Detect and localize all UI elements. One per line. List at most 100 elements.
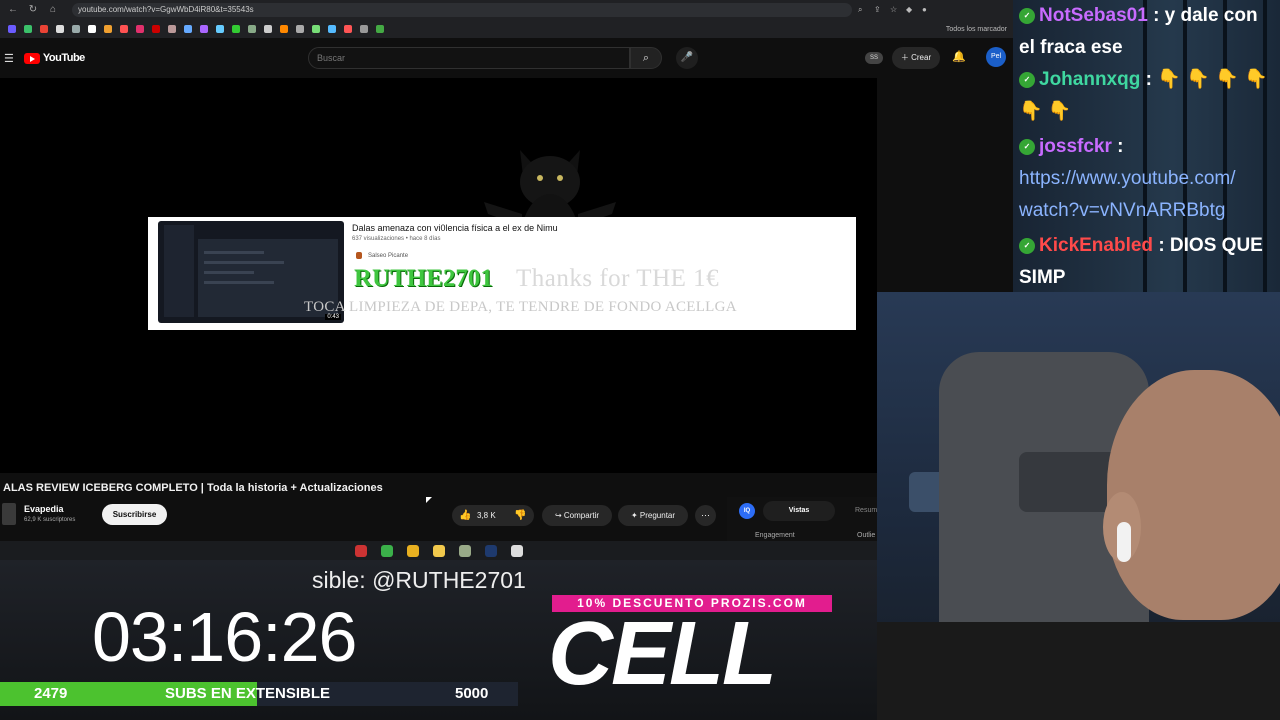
back-icon[interactable]: ← <box>6 3 20 17</box>
profile-icon[interactable]: ● <box>922 5 932 15</box>
like-count[interactable]: 3,8 K <box>477 505 496 526</box>
microphone-icon[interactable]: 🎤 <box>676 47 698 69</box>
bookmark-icon[interactable] <box>136 25 144 33</box>
channel-subscribers: 62,9 K suscriptores <box>24 517 76 523</box>
thumbs-down-icon[interactable]: 👎 <box>514 505 526 526</box>
bookmark-icon[interactable] <box>56 25 64 33</box>
home-icon[interactable]: ⌂ <box>46 3 60 17</box>
streamer-shirt <box>877 622 1280 720</box>
bookmark-icon[interactable] <box>24 25 32 33</box>
channel-avatar-icon <box>356 252 362 259</box>
app-icon[interactable] <box>354 544 367 557</box>
tab-summary[interactable]: Resum <box>855 507 877 514</box>
bookmark-icon[interactable] <box>376 25 384 33</box>
bookmark-icon[interactable] <box>328 25 336 33</box>
tab-views[interactable]: Vistas <box>763 501 835 521</box>
logo-text: YouTube <box>42 52 85 64</box>
folder-icon[interactable] <box>432 544 445 557</box>
chat-message: ✓ KickEnabled : DIOS QUE SIMP <box>1019 230 1263 292</box>
bookmark-icon[interactable] <box>264 25 272 33</box>
spotify-icon[interactable] <box>380 544 393 557</box>
bookmark-icon[interactable] <box>72 25 80 33</box>
mouse-cursor-icon <box>426 497 432 503</box>
reload-icon[interactable]: ↻ <box>26 3 40 17</box>
subs-label: SUBS EN EXTENSIBLE <box>165 685 331 702</box>
chat-message: ✓ jossfckr : https://www.youtube.com/watch… <box>1019 131 1236 227</box>
bookmark-icon[interactable] <box>104 25 112 33</box>
bookmark-icon[interactable] <box>296 25 304 33</box>
url-field[interactable]: youtube.com/watch?v=GgwWbD4iR80&t=35543s <box>72 3 852 17</box>
chat-link[interactable]: https://www.youtube.com/ <box>1019 168 1236 189</box>
bookmark-icon[interactable] <box>344 25 352 33</box>
bookmark-icon[interactable] <box>360 25 368 33</box>
bookmarks-bar: Todos los marcador <box>0 20 1013 38</box>
chat-link[interactable]: watch?v=vNVnARRBbtg <box>1019 200 1225 221</box>
bookmark-icon[interactable] <box>168 25 176 33</box>
channel-name[interactable]: Evapedia <box>24 504 64 514</box>
zoom-icon[interactable]: ⌕ <box>858 5 868 15</box>
youtube-logo[interactable]: YouTube <box>23 52 85 64</box>
ask-label: Preguntar <box>639 511 676 520</box>
browser-window: ← ↻ ⌂ youtube.com/watch?v=GgwWbD4iR80&t=… <box>0 0 1013 560</box>
create-button[interactable]: ＋ Crear <box>892 47 940 69</box>
app-icon[interactable] <box>458 544 471 557</box>
donor-name: RUTHE2701 <box>354 265 493 292</box>
video-player[interactable]: 0:43 Dalas amenaza con vi0lencia física … <box>0 78 877 473</box>
donation-alert: 0:43 Dalas amenaza con vi0lencia física … <box>148 217 856 330</box>
search-input[interactable]: Buscar <box>308 47 630 69</box>
chat-text: : 👇 👇 👇 👇 <box>1145 69 1268 90</box>
youtube-header: ☰ YouTube Buscar ⌕ 🎤 SS ＋ Crear 🔔 Pel <box>0 38 1013 78</box>
bookmark-icon[interactable] <box>216 25 224 33</box>
earbud-icon <box>1117 522 1131 562</box>
bookmark-icon[interactable] <box>120 25 128 33</box>
more-options-icon[interactable]: ⋯ <box>695 505 716 526</box>
bookmark-icon[interactable] <box>280 25 288 33</box>
verified-badge-icon: ✓ <box>1019 71 1035 88</box>
avatar[interactable]: Pel <box>986 47 1006 67</box>
thumbs-up-icon[interactable]: 👍 <box>459 505 471 526</box>
sponsor-logo: CELL <box>548 604 777 704</box>
address-bar-row: ← ↻ ⌂ youtube.com/watch?v=GgwWbD4iR80&t=… <box>0 0 1013 20</box>
extensions-icon[interactable]: ◆ <box>906 5 916 15</box>
photoshop-icon[interactable] <box>484 544 497 557</box>
channel-avatar[interactable] <box>2 503 16 525</box>
hamburger-menu-icon[interactable]: ☰ <box>4 52 14 65</box>
donation-message: TOCA LIMPIEZA DE DEPA, TE TENDRE DE FOND… <box>304 299 737 315</box>
notifications-bell-icon[interactable]: 🔔 <box>952 50 966 63</box>
chat-text: SIMP <box>1019 267 1066 288</box>
share-button[interactable]: ↪ Compartir <box>542 505 612 526</box>
like-dislike-group: 👍 3,8 K 👎 <box>452 505 534 526</box>
bookmark-star-icon[interactable]: ☆ <box>890 5 900 15</box>
search-icon[interactable]: ⌕ <box>630 47 662 69</box>
ask-button[interactable]: ✦ Preguntar <box>618 505 688 526</box>
donation-thanks: Thanks for THE 1€ <box>516 265 720 292</box>
tts-ticker: sible: @RUTHE2701 <box>312 567 526 593</box>
ss-badge[interactable]: SS <box>865 52 883 64</box>
bookmark-icon[interactable] <box>184 25 192 33</box>
chat-message: ✓ Johannxqg : 👇 👇 👇 👇 👇 👇 <box>1019 64 1268 128</box>
bookmark-icon[interactable] <box>200 25 208 33</box>
bookmark-icon[interactable] <box>8 25 16 33</box>
outliers-label: Outlie <box>857 532 876 539</box>
chrome-icon[interactable] <box>406 544 419 557</box>
bookmark-icon[interactable] <box>312 25 320 33</box>
chat-user: Johannxqg <box>1039 69 1141 90</box>
verified-badge-icon: ✓ <box>1019 138 1035 155</box>
share-label: Compartir <box>563 511 600 520</box>
os-taskbar <box>0 541 877 560</box>
subs-current: 2479 <box>34 685 68 702</box>
all-bookmarks-label[interactable]: Todos los marcador <box>946 26 1007 33</box>
bookmark-icon[interactable] <box>40 25 48 33</box>
bookmark-icon[interactable] <box>248 25 256 33</box>
bookmark-icon[interactable] <box>88 25 96 33</box>
chat-text: : <box>1117 136 1124 157</box>
bookmark-icon[interactable] <box>152 25 160 33</box>
chat-user: KickEnabled <box>1039 235 1154 256</box>
share-page-icon[interactable]: ⇪ <box>874 5 884 15</box>
chat-text: : y dale con <box>1153 5 1258 26</box>
subscribe-button[interactable]: Suscribirse <box>102 504 167 525</box>
subathon-timer: 03:16:26 <box>92 598 357 676</box>
app-icon[interactable] <box>510 544 523 557</box>
stream-chat: ✓ NotSebas01 : y dale con el fraca ese ✓ Jo… <box>1013 0 1280 292</box>
bookmark-icon[interactable] <box>232 25 240 33</box>
